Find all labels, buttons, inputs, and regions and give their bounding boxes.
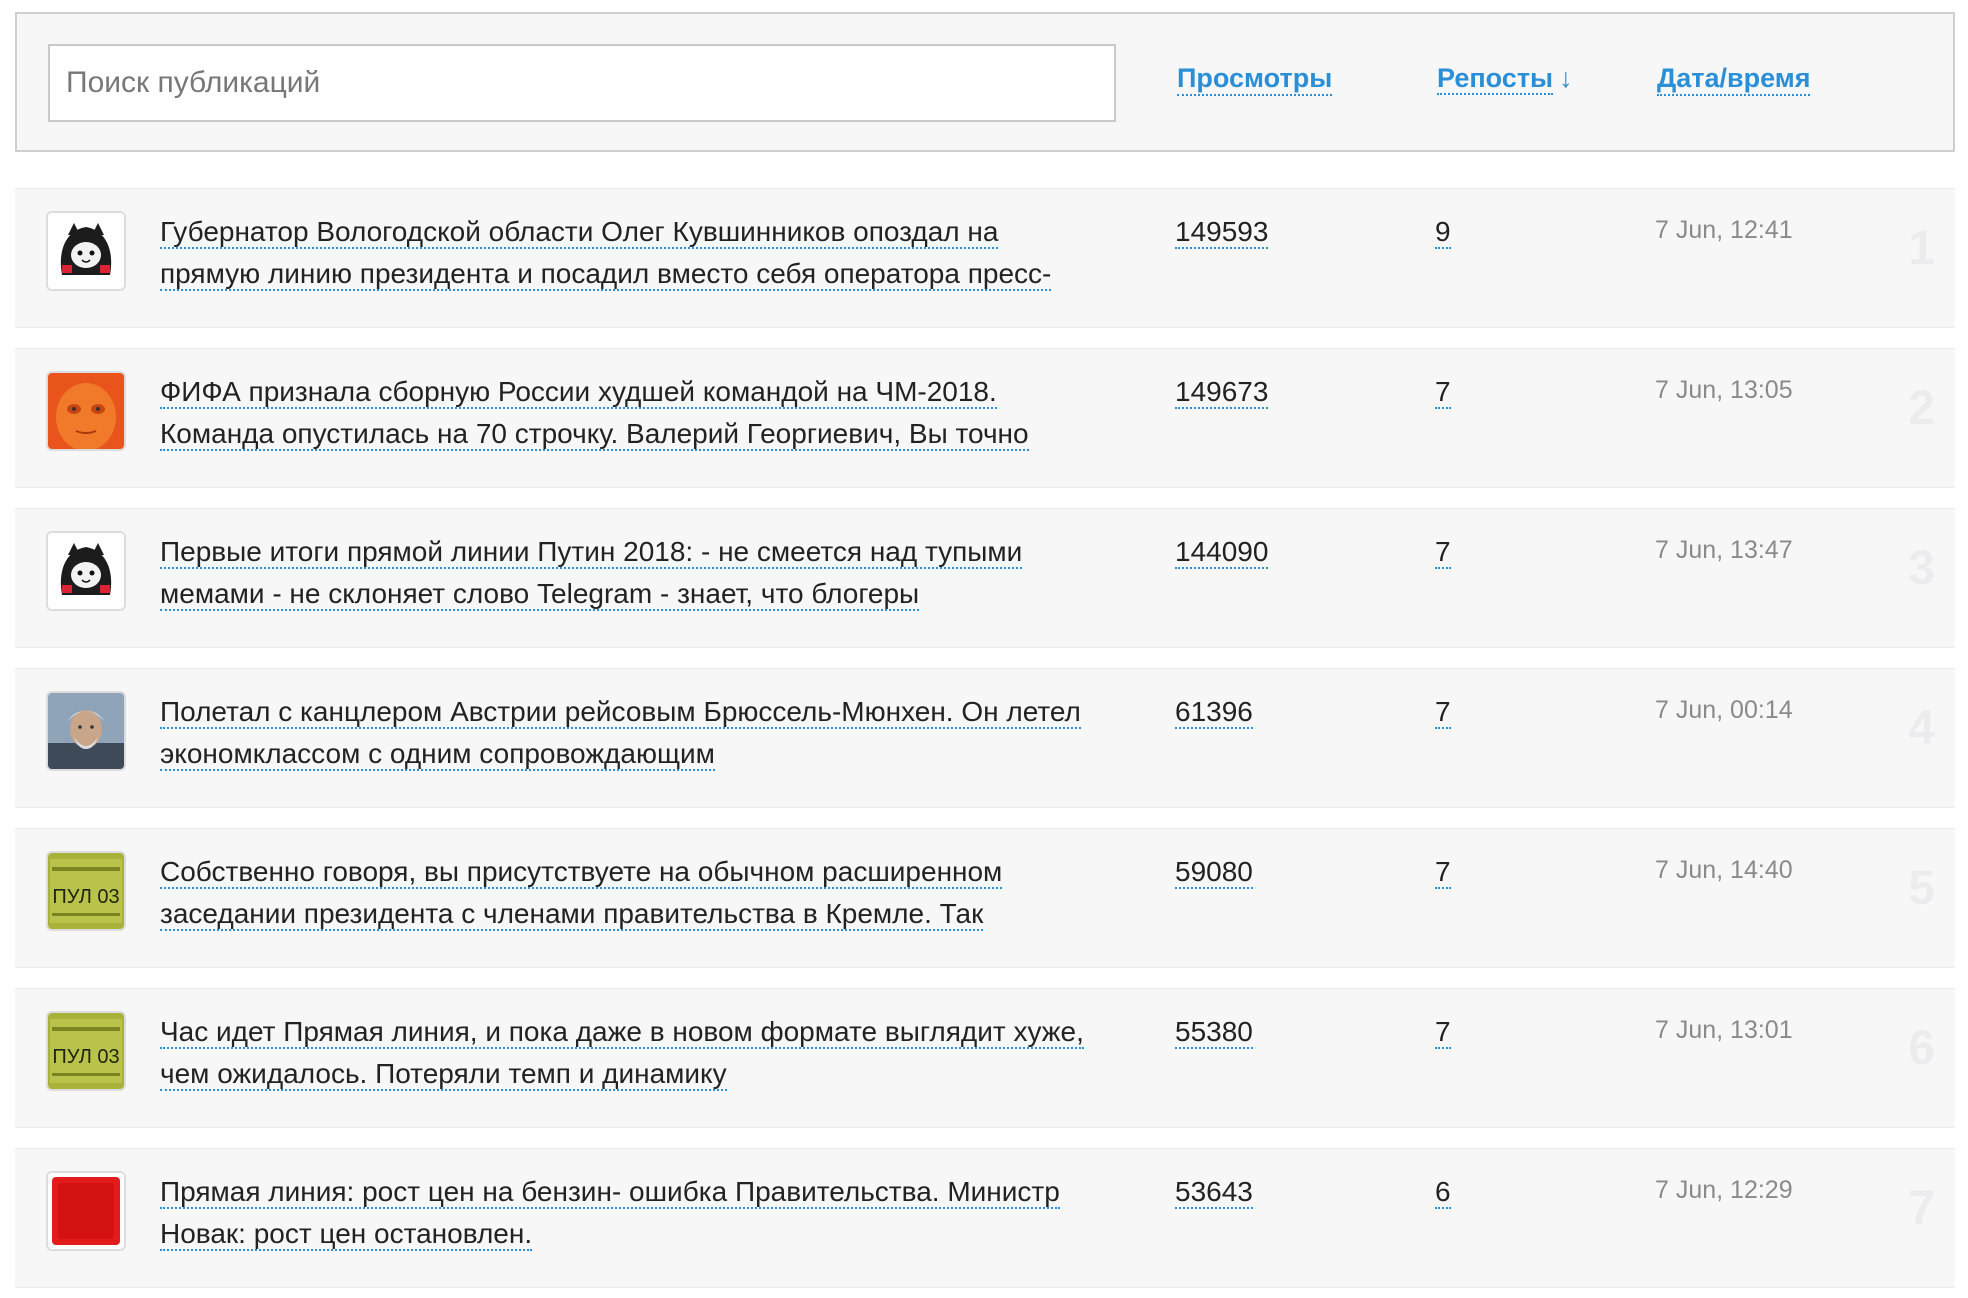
orange-face-avatar[interactable]	[46, 371, 126, 451]
post-reposts: 7	[1435, 531, 1451, 573]
post-reposts-link[interactable]: 6	[1435, 1176, 1451, 1209]
post-title: Прямая линия: рост цен на бензин- ошибка…	[160, 1171, 1100, 1257]
sort-by-date-link[interactable]: Дата/время	[1657, 62, 1811, 96]
post-reposts-link[interactable]: 7	[1435, 1016, 1451, 1049]
pool-badge-text: ПУЛ 03	[52, 886, 119, 908]
post-date: 7 Jun, 00:14	[1655, 696, 1793, 724]
post-views: 149593	[1175, 211, 1269, 253]
post-rank: 4	[1908, 702, 1935, 755]
post-views: 53643	[1175, 1171, 1253, 1213]
post-title: ФИФА признала сборную России худшей кома…	[160, 371, 1100, 457]
post-row: ПУЛ 03 Собственно говоря, вы присутствуе…	[15, 828, 1955, 968]
post-date: 7 Jun, 14:40	[1655, 856, 1793, 884]
post-reposts-link[interactable]: 7	[1435, 536, 1451, 569]
post-title: Полетал с канцлером Австрии рейсовым Брю…	[160, 691, 1100, 777]
post-title: Губернатор Вологодской области Олег Кувш…	[160, 211, 1100, 297]
filter-header: Просмотры Репосты↓ Дата/время	[15, 12, 1955, 152]
sort-by-views-link[interactable]: Просмотры	[1177, 62, 1333, 96]
post-views-link[interactable]: 144090	[1175, 536, 1269, 569]
post-reposts: 9	[1435, 211, 1451, 253]
post-title: Первые итоги прямой линии Путин 2018: - …	[160, 531, 1100, 617]
post-reposts-link[interactable]: 9	[1435, 216, 1451, 249]
post-row: ПУЛ 03 Час идет Прямая линия, и пока даж…	[15, 988, 1955, 1128]
post-rank: 7	[1908, 1182, 1935, 1235]
post-views-link[interactable]: 53643	[1175, 1176, 1253, 1209]
sort-by-reposts-link[interactable]: Репосты ↓	[1437, 62, 1573, 95]
post-views: 59080	[1175, 851, 1253, 893]
post-row: Губернатор Вологодской области Олег Кувш…	[15, 188, 1955, 328]
post-row: ФИФА признала сборную России худшей кома…	[15, 348, 1955, 488]
post-reposts-link[interactable]: 7	[1435, 696, 1451, 729]
post-views-link[interactable]: 55380	[1175, 1016, 1253, 1049]
post-title-link[interactable]: Прямая линия: рост цен на бензин- ошибка…	[160, 1176, 1060, 1251]
post-row: Первые итоги прямой линии Путин 2018: - …	[15, 508, 1955, 648]
post-views-link[interactable]: 149593	[1175, 216, 1269, 249]
post-title-link[interactable]: Собственно говоря, вы присутствуете на о…	[160, 856, 1003, 931]
post-rank: 6	[1908, 1022, 1935, 1075]
post-reposts-link[interactable]: 7	[1435, 856, 1451, 889]
post-row: Прямая линия: рост цен на бензин- ошибка…	[15, 1148, 1955, 1288]
old-man-photo-avatar[interactable]	[46, 691, 126, 771]
sort-desc-arrow-icon: ↓	[1559, 63, 1573, 93]
pool-badge-text: ПУЛ 03	[52, 1046, 119, 1068]
post-reposts: 7	[1435, 851, 1451, 893]
post-rank: 3	[1908, 542, 1935, 595]
post-reposts: 7	[1435, 691, 1451, 733]
post-date: 7 Jun, 13:05	[1655, 376, 1793, 404]
post-rank: 5	[1908, 862, 1935, 915]
post-reposts: 7	[1435, 371, 1451, 413]
post-title-link[interactable]: Полетал с канцлером Австрии рейсовым Брю…	[160, 696, 1081, 771]
pool-badge-avatar[interactable]: ПУЛ 03	[46, 851, 126, 931]
hooded-cat-avatar[interactable]	[46, 531, 126, 611]
post-views: 55380	[1175, 1011, 1253, 1053]
post-views: 149673	[1175, 371, 1269, 413]
post-title: Час идет Прямая линия, и пока даже в нов…	[160, 1011, 1100, 1097]
post-title-link[interactable]: Первые итоги прямой линии Путин 2018: - …	[160, 536, 1023, 611]
post-reposts: 6	[1435, 1171, 1451, 1213]
post-title-link[interactable]: Час идет Прямая линия, и пока даже в нов…	[160, 1016, 1084, 1091]
post-rank: 1	[1908, 222, 1935, 275]
post-title-link[interactable]: ФИФА признала сборную России худшей кома…	[160, 376, 1029, 451]
post-reposts: 7	[1435, 1011, 1451, 1053]
post-views-link[interactable]: 59080	[1175, 856, 1253, 889]
red-square-avatar[interactable]	[46, 1171, 126, 1251]
post-date: 7 Jun, 12:29	[1655, 1176, 1793, 1204]
hooded-cat-avatar[interactable]	[46, 211, 126, 291]
search-input[interactable]	[48, 44, 1116, 122]
post-views: 61396	[1175, 691, 1253, 733]
post-title-link[interactable]: Губернатор Вологодской области Олег Кувш…	[160, 216, 1052, 291]
post-reposts-link[interactable]: 7	[1435, 376, 1451, 409]
post-date: 7 Jun, 12:41	[1655, 216, 1793, 244]
post-date: 7 Jun, 13:01	[1655, 1016, 1793, 1044]
post-views-link[interactable]: 149673	[1175, 376, 1269, 409]
post-views-link[interactable]: 61396	[1175, 696, 1253, 729]
sort-by-reposts-label: Репосты	[1437, 63, 1554, 95]
post-title: Собственно говоря, вы присутствуете на о…	[160, 851, 1100, 937]
post-views: 144090	[1175, 531, 1269, 573]
pool-badge-avatar[interactable]: ПУЛ 03	[46, 1011, 126, 1091]
post-date: 7 Jun, 13:47	[1655, 536, 1793, 564]
post-row: Полетал с канцлером Австрии рейсовым Брю…	[15, 668, 1955, 808]
post-rank: 2	[1908, 382, 1935, 435]
